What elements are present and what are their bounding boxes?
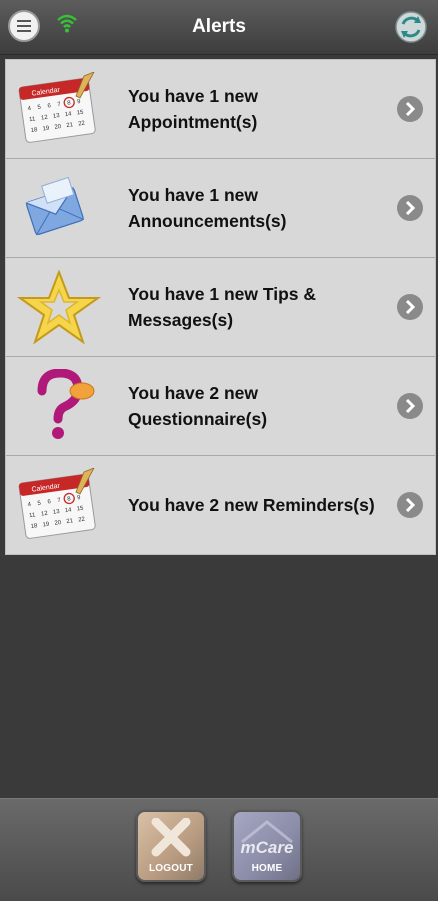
close-x-icon: [151, 818, 191, 857]
alert-text: You have 2 new Questionnaire(s): [128, 383, 268, 429]
footer-bar: LOGOUT mCare HOME: [0, 798, 438, 901]
logout-label: LOGOUT: [149, 863, 193, 874]
alert-row-questionnaire[interactable]: You have 2 new Questionnaire(s): [6, 357, 435, 456]
chevron-right-icon[interactable]: [397, 393, 423, 419]
alert-row-announcements[interactable]: You have 1 new Announcements(s): [6, 159, 435, 258]
alert-text: You have 1 new Tips & Messages(s): [128, 284, 317, 330]
chevron-right-icon[interactable]: [397, 195, 423, 221]
alert-text: You have 2 new Reminders(s): [128, 495, 375, 515]
home-label: HOME: [251, 863, 283, 874]
app-header: Alerts: [0, 0, 438, 55]
alert-row-reminders[interactable]: Calendar 456789 11 12 13 14 15 18 19 20 21 22 Yo…: [6, 456, 435, 554]
envelope-icon: [25, 176, 85, 236]
page-title: Alerts: [192, 16, 246, 37]
chevron-right-icon[interactable]: [397, 492, 423, 518]
logout-button[interactable]: LOGOUT: [136, 810, 206, 882]
star-icon: [16, 270, 102, 344]
chevron-right-icon[interactable]: [397, 96, 423, 122]
alert-text: You have 1 new Announcements(s): [128, 185, 287, 231]
alert-text: You have 1 new Appointment(s): [128, 86, 258, 132]
calendar-icon: Calendar 456789 11 12 13 14 15 18 19 20 21 22: [18, 72, 96, 143]
home-button[interactable]: mCare HOME: [232, 810, 302, 882]
question-mark-icon: [37, 369, 95, 439]
refresh-icon[interactable]: [394, 10, 428, 44]
mcare-logo: mCare: [240, 838, 294, 857]
alert-row-tips-messages[interactable]: You have 1 new Tips & Messages(s): [6, 258, 435, 357]
alerts-list: Calendar 456789 11 12 13 14 15 18 19 20 21 22 Yo…: [5, 59, 436, 555]
calendar-icon: Calendar 456789 11 12 13 14 15 18 19 20 21 22: [18, 468, 96, 539]
alert-row-appointments[interactable]: Calendar 456789 11 12 13 14 15 18 19 20 21 22 Yo…: [6, 60, 435, 159]
chevron-right-icon[interactable]: [397, 294, 423, 320]
